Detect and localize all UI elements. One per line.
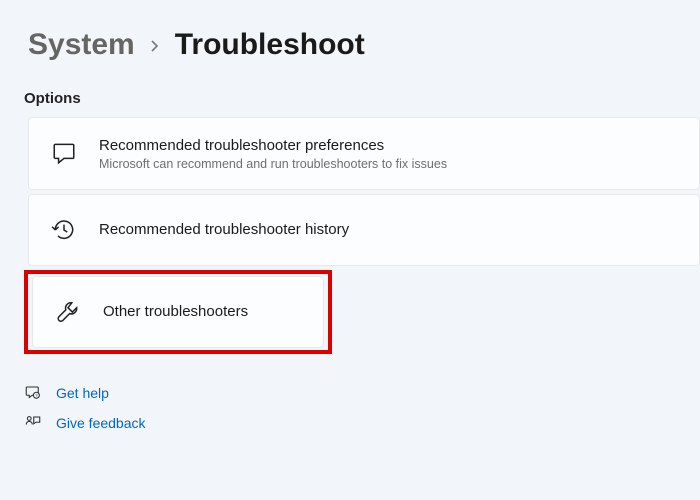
help-icon: ? — [24, 384, 42, 402]
card-recommended-preferences[interactable]: Recommended troubleshooter preferences M… — [28, 117, 700, 190]
history-icon — [51, 217, 77, 243]
link-label: Get help — [56, 385, 109, 401]
cards-container: Recommended troubleshooter preferences M… — [0, 117, 700, 354]
link-get-help[interactable]: ? Get help — [24, 384, 700, 402]
highlight-box: Other troubleshooters — [24, 270, 332, 354]
footer-links: ? Get help Give feedback — [0, 356, 700, 432]
card-other-troubleshooters[interactable]: Other troubleshooters — [32, 276, 324, 348]
chat-icon — [51, 140, 77, 166]
section-label-options: Options — [0, 62, 700, 117]
card-title: Other troubleshooters — [103, 302, 248, 322]
chevron-right-icon — [149, 36, 161, 57]
feedback-icon — [24, 414, 42, 432]
card-text: Other troubleshooters — [103, 302, 248, 322]
breadcrumb-parent[interactable]: System — [28, 28, 135, 62]
card-text: Recommended troubleshooter history — [99, 220, 349, 240]
breadcrumb-current: Troubleshoot — [175, 28, 365, 62]
link-label: Give feedback — [56, 415, 146, 431]
wrench-icon — [55, 299, 81, 325]
breadcrumb: System Troubleshoot — [0, 0, 700, 62]
card-recommended-history[interactable]: Recommended troubleshooter history — [28, 194, 700, 266]
card-title: Recommended troubleshooter history — [99, 220, 349, 240]
card-text: Recommended troubleshooter preferences M… — [99, 136, 447, 171]
link-give-feedback[interactable]: Give feedback — [24, 414, 700, 432]
card-title: Recommended troubleshooter preferences — [99, 136, 447, 156]
card-subtitle: Microsoft can recommend and run troubles… — [99, 157, 447, 171]
